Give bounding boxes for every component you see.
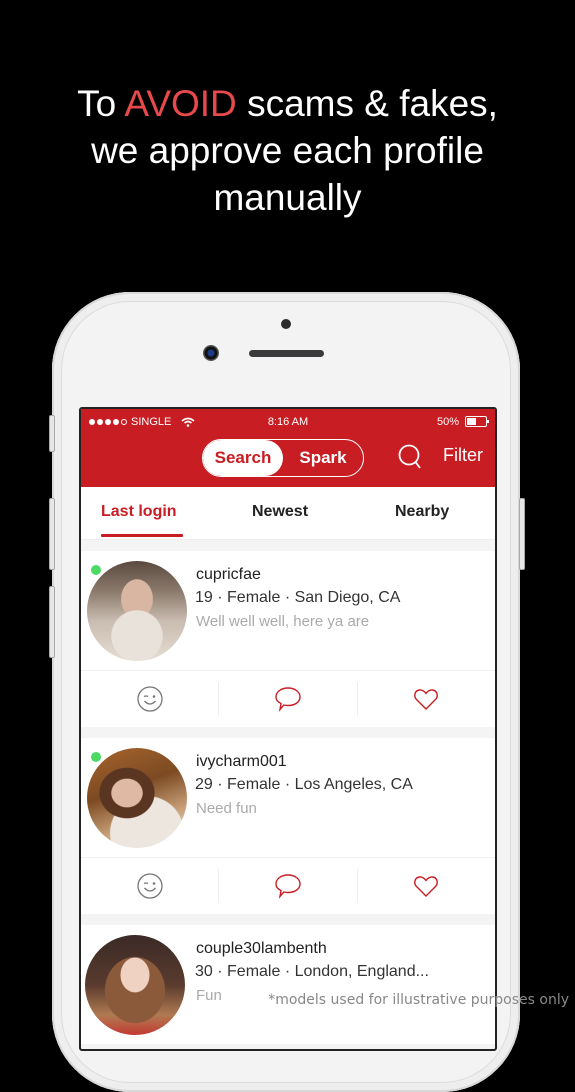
segment-search[interactable]: Search <box>203 440 283 476</box>
online-indicator <box>91 752 101 762</box>
message-button[interactable] <box>218 869 356 903</box>
profile-username[interactable]: ivycharm001 <box>196 753 287 771</box>
search-icon[interactable] <box>397 443 423 471</box>
profile-card[interactable]: ivycharm001 29 · Female · Los Angeles, C… <box>81 738 495 914</box>
card-actions <box>81 670 495 727</box>
front-camera <box>203 345 219 361</box>
headline: To AVOID scams & fakes, we approve each … <box>0 80 575 221</box>
message-icon <box>275 687 301 712</box>
headline-line-1: To AVOID scams & fakes, <box>0 80 575 127</box>
battery-percent: 50% <box>436 415 459 428</box>
card-actions <box>81 857 495 914</box>
headline-accent: AVOID <box>124 83 237 124</box>
headline-line-3: manually <box>213 177 362 218</box>
mute-switch <box>49 415 55 452</box>
battery-status: 50% <box>436 415 489 428</box>
status-bar: SINGLE 8:16 AM 50% <box>81 409 495 434</box>
profile-bio: Well well well, here ya are <box>196 613 370 630</box>
wink-button[interactable] <box>81 869 218 903</box>
profile-username[interactable]: couple30lambenth <box>196 940 327 958</box>
message-button[interactable] <box>218 682 356 716</box>
heart-icon <box>414 689 439 710</box>
wink-icon <box>137 873 163 899</box>
active-tab-indicator <box>101 534 183 537</box>
profile-card[interactable]: cupricfae 19 · Female · San Diego, CA We… <box>81 551 495 727</box>
avatar[interactable] <box>87 561 187 661</box>
wink-button[interactable] <box>81 682 218 716</box>
power-button <box>519 498 525 570</box>
clock: 8:16 AM <box>267 415 309 428</box>
wink-icon <box>137 686 163 712</box>
profile-bio: Fun <box>196 987 222 1004</box>
filter-button[interactable]: Filter <box>443 445 483 466</box>
headline-line-2: we approve each profile <box>91 130 484 171</box>
heart-icon <box>414 876 439 897</box>
mode-segmented-control: Search Spark <box>202 439 364 477</box>
volume-up-button <box>49 498 55 570</box>
headline-prefix: To <box>77 83 125 124</box>
proximity-sensor <box>281 319 291 329</box>
profile-meta: 30 · Female · London, England... <box>195 963 429 980</box>
segment-spark[interactable]: Spark <box>283 440 363 476</box>
avatar[interactable] <box>87 748 187 848</box>
tab-newest[interactable]: Newest <box>252 503 308 521</box>
profile-card[interactable]: couple30lambenth 30 · Female · London, E… <box>81 925 495 1044</box>
avatar[interactable] <box>85 935 185 1035</box>
message-icon <box>275 874 301 899</box>
sort-tabs: Last login Newest Nearby <box>81 487 495 540</box>
disclaimer: *models used for illustrative purposes o… <box>268 992 569 1008</box>
profile-bio: Need fun <box>196 800 257 817</box>
profile-meta: 29 · Female · Los Angeles, CA <box>195 776 413 793</box>
earpiece-speaker <box>249 350 324 357</box>
profile-meta: 19 · Female · San Diego, CA <box>195 589 401 606</box>
profile-username[interactable]: cupricfae <box>196 566 261 584</box>
battery-icon <box>465 416 489 427</box>
tab-last-login[interactable]: Last login <box>101 503 177 521</box>
volume-down-button <box>49 586 55 658</box>
app-screen: SINGLE 8:16 AM 50% Search Spark Filter L… <box>79 407 497 1051</box>
headline-suffix: scams & fakes, <box>236 83 498 124</box>
online-indicator <box>91 565 101 575</box>
like-button[interactable] <box>356 682 495 716</box>
nav-bar: Search Spark Filter <box>81 434 495 487</box>
tab-nearby[interactable]: Nearby <box>395 503 449 521</box>
like-button[interactable] <box>356 869 495 903</box>
